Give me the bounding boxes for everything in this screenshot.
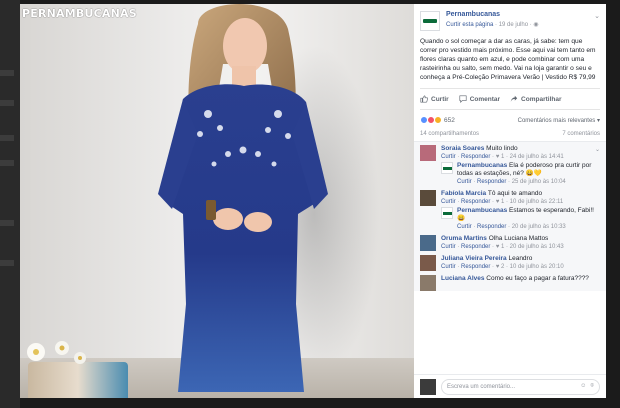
comment-item: Soraia Soares Muito lindo Curtir · Respo… (420, 142, 600, 187)
comment-meta-rest: · ♥ 1 · 20 de julho às 10:43 (492, 244, 564, 250)
commenter-name[interactable]: Juliana Vieira Pereira (441, 255, 507, 262)
bg-text-fragment (0, 70, 14, 76)
comment-meta: Curtir · Responder · ♥ 1 · 10 de julho à… (441, 199, 564, 205)
post-actions: Curtir Comentar Compartilhar (420, 88, 600, 110)
bg-text-fragment (0, 100, 14, 106)
comment-text: Como eu faço a pagar a fatura???? (486, 275, 589, 282)
reply-meta: Curtir · Responder · 20 de julho às 10:3… (457, 224, 566, 230)
share-label: Compartilhar (521, 95, 562, 103)
page-reply-avatar[interactable] (441, 207, 453, 219)
comment-item: Fabíola Marcia Tô aqui te amando Curtir … (420, 187, 600, 232)
comment-like-link[interactable]: Curtir (441, 199, 456, 205)
wow-reaction-icon (434, 116, 442, 124)
shares-count[interactable]: 14 compartilhamentos (420, 131, 479, 137)
comment-text: Tô aqui te amando (487, 190, 543, 197)
thumbs-up-icon (420, 95, 428, 103)
brand-logo: PERNAMBUCANAS (22, 7, 137, 20)
share-button[interactable]: Compartilhar (510, 95, 562, 103)
comment-meta: Curtir · Responder · ♥ 1 · 24 de julho à… (441, 154, 564, 160)
post-side-panel: Pernambucanas Curtir esta página · 19 de… (414, 4, 606, 398)
commenter-avatar[interactable] (420, 190, 436, 206)
comment-meta: Curtir · Responder · ♥ 2 · 10 de julho à… (441, 264, 564, 270)
model-in-blue-dress (158, 4, 328, 393)
comment-reply-link[interactable]: Responder (461, 264, 490, 270)
comment-input-placeholder: Escreva um comentário... (447, 383, 516, 390)
comment-meta-rest: · ♥ 2 · 10 de julho às 20:10 (492, 264, 564, 270)
write-comment-row: Escreva um comentário... ☺ ⌾ (414, 374, 606, 398)
commenter-name[interactable]: Soraia Soares (441, 145, 484, 152)
page-name-link[interactable]: Pernambucanas (446, 11, 539, 18)
globe-icon: ◉ (533, 22, 539, 28)
reply-meta-rest: · 25 de julho às 10:04 (508, 179, 566, 185)
comment-like-link[interactable]: Curtir (441, 264, 456, 270)
post-date[interactable]: · 19 de julho · (495, 22, 533, 28)
reply-reply-link[interactable]: Responder (477, 224, 506, 230)
commenter-name[interactable]: Luciana Alves (441, 275, 484, 282)
reply-meta-rest: · 20 de julho às 10:33 (508, 224, 566, 230)
comment-meta-rest: · ♥ 1 · 10 de julho às 22:11 (492, 199, 564, 205)
comment-text: Muito lindo (486, 145, 518, 152)
comment-options-chevron-icon[interactable]: ⌄ (595, 146, 600, 153)
current-user-avatar (420, 378, 436, 395)
bg-text-fragment (0, 160, 14, 166)
comment-text: Olha Luciana Mattos (488, 235, 549, 242)
reply-item: Pernambucanas Ela é poderoso pra curtir … (441, 162, 600, 187)
reply-like-link[interactable]: Curtir (457, 224, 472, 230)
comment-meta: Curtir · Responder · ♥ 1 · 20 de julho à… (441, 244, 564, 250)
commenter-avatar[interactable] (420, 145, 436, 161)
commenter-name[interactable]: Oruma Martins (441, 235, 487, 242)
reaction-count: 652 (444, 116, 455, 124)
reply-author-name[interactable]: Pernambucanas (457, 207, 507, 214)
post-counts: 14 compartilhamentos 7 comentários (414, 128, 606, 142)
like-label: Curtir (431, 95, 449, 103)
comments-count[interactable]: 7 comentários (562, 131, 600, 137)
bg-text-fragment (0, 135, 14, 141)
reply-author-name[interactable]: Pernambucanas (457, 162, 507, 169)
comment-like-link[interactable]: Curtir (441, 154, 456, 160)
bg-text-fragment (0, 260, 14, 266)
background-page-strip (0, 0, 20, 408)
reply-item: Pernambucanas Estamos te esperando, Fabi… (441, 207, 600, 232)
comment-item: Luciana Alves Como eu faço a pagar a fat… (420, 272, 600, 291)
commenter-name[interactable]: Fabíola Marcia (441, 190, 486, 197)
comment-reply-link[interactable]: Responder (461, 244, 490, 250)
commenter-avatar[interactable] (420, 275, 436, 291)
comment-sort-dropdown[interactable]: Comentários mais relevantes ▾ (518, 117, 600, 124)
reply-reply-link[interactable]: Responder (477, 179, 506, 185)
commenter-avatar[interactable] (420, 235, 436, 251)
emoji-icon[interactable]: ☺ (580, 383, 586, 390)
flowers-decoration (27, 341, 86, 364)
like-page-link[interactable]: Curtir esta página (446, 22, 493, 28)
comment-text: Leandro (508, 255, 533, 262)
bg-text-fragment (0, 220, 14, 226)
comment-item: Oruma Martins Olha Luciana Mattos Curtir… (420, 232, 600, 252)
post-options-chevron-icon[interactable]: ⌄ (594, 12, 600, 20)
comment-reply-link[interactable]: Responder (461, 154, 490, 160)
post-text: Quando o sol começar a dar as caras, já … (420, 38, 596, 81)
post-meta: Curtir esta página · 19 de julho · ◉ (446, 21, 539, 28)
like-button[interactable]: Curtir (420, 95, 449, 103)
comment-item: Juliana Vieira Pereira Leandro Curtir · … (420, 252, 600, 272)
comment-reply-link[interactable]: Responder (461, 199, 490, 205)
commenter-avatar[interactable] (420, 255, 436, 271)
share-icon (510, 95, 518, 102)
comments-list: Soraia Soares Muito lindo Curtir · Respo… (414, 142, 606, 291)
page-reply-avatar[interactable] (441, 162, 453, 174)
post-photo[interactable]: PERNAMBUCANAS (20, 4, 414, 398)
comment-input[interactable]: Escreva um comentário... ☺ ⌾ (441, 378, 600, 395)
page-avatar[interactable] (420, 11, 440, 31)
lightbox-edge (606, 0, 620, 408)
camera-icon[interactable]: ⌾ (590, 383, 594, 390)
reply-meta: Curtir · Responder · 25 de julho às 10:0… (457, 179, 566, 185)
comment-icon (459, 95, 467, 103)
comment-meta-rest: · ♥ 1 · 24 de julho às 14:41 (492, 154, 564, 160)
reply-like-link[interactable]: Curtir (457, 179, 472, 185)
comment-like-link[interactable]: Curtir (441, 244, 456, 250)
comment-label: Comentar (469, 95, 501, 103)
reactions-summary[interactable]: 652 Comentários mais relevantes ▾ (414, 110, 606, 128)
comment-button[interactable]: Comentar (459, 95, 500, 103)
post-header: Pernambucanas Curtir esta página · 19 de… (414, 4, 606, 35)
